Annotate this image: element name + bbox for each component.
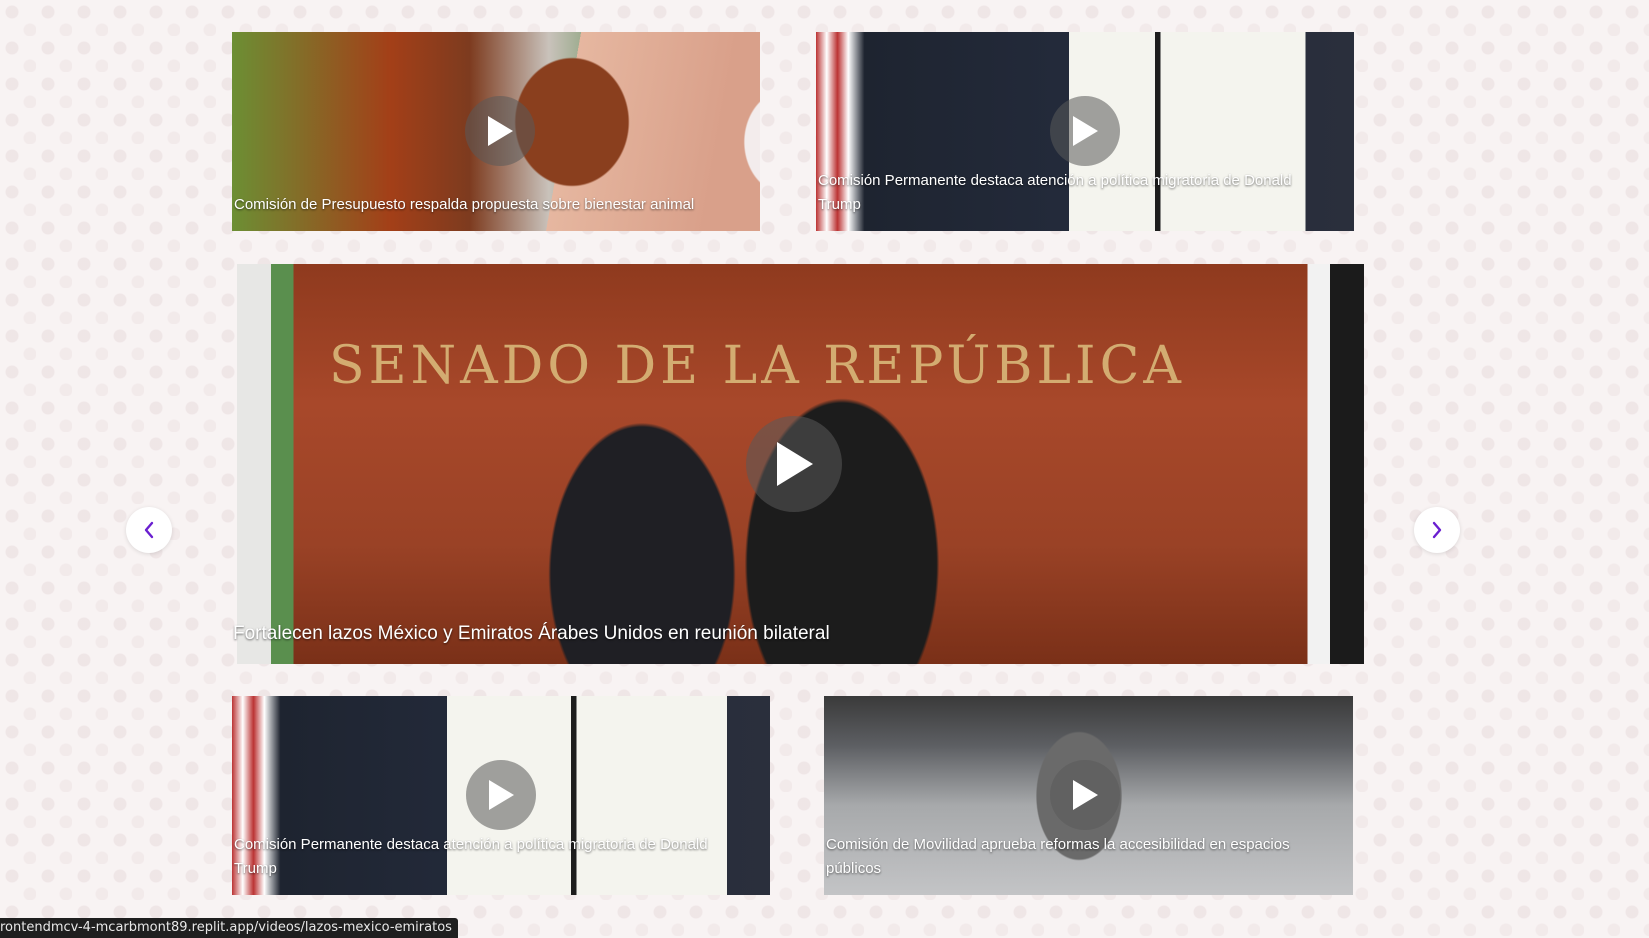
- video-title: Comisión Permanente destaca atención a p…: [234, 836, 708, 877]
- carousel-next-button[interactable]: [1414, 507, 1460, 553]
- featured-video-card[interactable]: SENADO DE LA REPÚBLICA Fortalecen lazos …: [233, 264, 1364, 664]
- play-icon[interactable]: [466, 760, 536, 830]
- play-icon[interactable]: [746, 416, 842, 512]
- featured-video-title: Fortalecen lazos México y Emiratos Árabe…: [233, 623, 830, 644]
- video-title: Comisión de Presupuesto respalda propues…: [234, 196, 695, 213]
- play-icon[interactable]: [1050, 760, 1120, 830]
- video-card-migratoria-2[interactable]: Comisión Permanente destaca atención a p…: [232, 696, 770, 895]
- play-icon[interactable]: [1050, 96, 1120, 166]
- video-card-presupuesto[interactable]: Comisión de Presupuesto respalda propues…: [232, 32, 760, 231]
- chevron-left-icon: [144, 521, 154, 539]
- status-bar-url: rontendmcv-4-mcarbmont89.replit.app/vide…: [0, 918, 458, 938]
- background-sign-text: SENADO DE LA REPÚBLICA: [329, 336, 1185, 396]
- video-title: Comisión de Movilidad aprueba reformas l…: [826, 836, 1290, 877]
- video-card-movilidad[interactable]: Comisión de Movilidad aprueba reformas l…: [824, 696, 1353, 895]
- carousel-prev-button[interactable]: [126, 507, 172, 553]
- play-icon[interactable]: [465, 96, 535, 166]
- video-title: Comisión Permanente destaca atención a p…: [818, 172, 1292, 213]
- chevron-right-icon: [1432, 521, 1442, 539]
- video-card-migratoria[interactable]: Comisión Permanente destaca atención a p…: [816, 32, 1354, 231]
